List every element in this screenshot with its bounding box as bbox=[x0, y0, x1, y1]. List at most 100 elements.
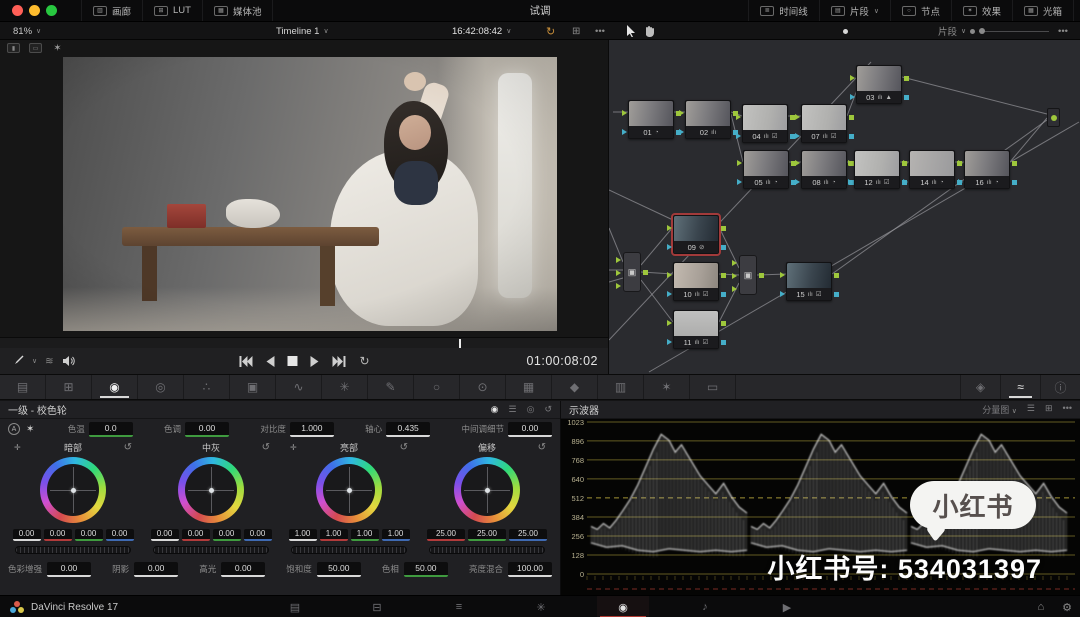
minimize-window-icon[interactable] bbox=[29, 5, 40, 16]
wheel-reset-icon[interactable]: ↺ bbox=[398, 442, 408, 453]
color-trace-icon[interactable]: ↻ bbox=[546, 22, 555, 40]
effects-icon[interactable]: ✶ bbox=[644, 375, 690, 399]
bypass-grades-icon[interactable]: ▭ bbox=[29, 43, 42, 53]
page-media[interactable]: ▤ bbox=[269, 596, 321, 617]
wheel-value-input[interactable]: 0.00 bbox=[13, 529, 41, 541]
grade-icon[interactable]: ◈ bbox=[960, 375, 1000, 399]
scope-settings-icon[interactable]: ☰ bbox=[1027, 403, 1035, 416]
info-icon[interactable]: ⓘ bbox=[1040, 375, 1080, 399]
menu-item-right-3[interactable]: ✶效果 bbox=[951, 0, 1012, 21]
page-fairlight[interactable]: ♪ bbox=[679, 596, 731, 617]
auto-color-icon[interactable]: ✶ bbox=[26, 424, 34, 435]
page-fusion[interactable]: ✳ bbox=[515, 596, 567, 617]
adjustment-value-input[interactable]: 0.00 bbox=[221, 562, 265, 577]
magic-mask-icon[interactable]: ▦ bbox=[506, 375, 552, 399]
window-icon[interactable]: ○ bbox=[414, 375, 460, 399]
param-value-input[interactable]: 0.00 bbox=[508, 422, 552, 437]
node-zoom-slider[interactable] bbox=[979, 31, 1049, 32]
graph-node-01[interactable]: 01◔ bbox=[628, 100, 674, 139]
ratio-icon[interactable]: ▭ bbox=[690, 375, 736, 399]
qualifier-icon[interactable]: ✎ bbox=[368, 375, 414, 399]
page-edit[interactable]: ≡ bbox=[433, 596, 485, 617]
color-wheels-icon[interactable]: ◉ bbox=[92, 375, 138, 399]
graph-node-15[interactable]: 15ılı☑ bbox=[786, 262, 832, 301]
wheel-master-slider[interactable] bbox=[15, 546, 131, 554]
graph-node-02[interactable]: 02ılı bbox=[685, 100, 731, 139]
bars-mode-icon[interactable]: ☰ bbox=[509, 404, 517, 415]
wheel-value-input[interactable]: 25.00 bbox=[509, 529, 547, 541]
wheel-reset-icon[interactable]: ↺ bbox=[122, 442, 132, 453]
graph-node-03[interactable]: 03ılı▲ bbox=[856, 65, 902, 104]
wheel-reset-icon[interactable]: ↺ bbox=[260, 442, 270, 453]
enhance-icon[interactable]: ✶ bbox=[51, 43, 64, 53]
picker-icon[interactable]: ✛ bbox=[290, 443, 300, 452]
param-value-input[interactable]: 0.0 bbox=[89, 422, 133, 437]
curves-icon[interactable]: ∿ bbox=[276, 375, 322, 399]
source-timecode[interactable]: 16:42:08:42∨ bbox=[452, 22, 511, 40]
warper-icon[interactable]: ✳ bbox=[322, 375, 368, 399]
skip-start-button[interactable] bbox=[238, 356, 252, 367]
graph-node-09[interactable]: 09⊘ bbox=[673, 215, 719, 254]
wheel-center-dot[interactable] bbox=[71, 488, 76, 493]
wheel-value-input[interactable]: 0.00 bbox=[106, 529, 134, 541]
graph-node-08[interactable]: 08ılı◔ bbox=[801, 150, 847, 189]
wheel-value-input[interactable]: 0.00 bbox=[213, 529, 241, 541]
expand-viewer-icon[interactable]: ⊞ bbox=[572, 22, 580, 40]
maximize-window-icon[interactable] bbox=[46, 5, 57, 16]
scope-expand-icon[interactable]: ⊞ bbox=[1045, 403, 1053, 416]
color-wheel-3[interactable] bbox=[454, 457, 520, 523]
wheel-center-dot[interactable] bbox=[209, 488, 214, 493]
camera-raw-icon[interactable]: ▤ bbox=[0, 375, 46, 399]
menu-item-right-0[interactable]: ≣时间线 bbox=[748, 0, 819, 21]
menu-item-right-2[interactable]: ○节点 bbox=[890, 0, 951, 21]
picker-icon[interactable]: ✛ bbox=[14, 443, 24, 452]
blur-icon[interactable]: ◆ bbox=[552, 375, 598, 399]
graph-node-10[interactable]: 10ılı☑ bbox=[673, 262, 719, 301]
scope-mode-select[interactable]: 分量图 ∨ bbox=[982, 403, 1017, 416]
reset-all-icon[interactable]: ↺ bbox=[544, 404, 552, 415]
color-wheel-2[interactable] bbox=[316, 457, 382, 523]
stills-icon[interactable]: ▣ bbox=[230, 375, 276, 399]
graph-node-11[interactable]: 11ılı☑ bbox=[673, 310, 719, 349]
adjustment-value-input[interactable]: 50.00 bbox=[404, 562, 448, 577]
viewer-options-icon[interactable]: ••• bbox=[595, 22, 605, 40]
settings-gear-icon[interactable]: ⚙ bbox=[1062, 601, 1072, 614]
wheel-value-input[interactable]: 1.00 bbox=[289, 529, 317, 541]
unmix-icon[interactable]: ▮ bbox=[7, 43, 20, 53]
play-button[interactable] bbox=[310, 356, 319, 367]
hdr-wheels-icon[interactable]: ◎ bbox=[138, 375, 184, 399]
graph-node-05[interactable]: 05ılı◔ bbox=[743, 150, 789, 189]
wheel-value-input[interactable]: 1.00 bbox=[351, 529, 379, 541]
pointer-tool-icon[interactable] bbox=[626, 22, 636, 40]
color-match-icon[interactable]: ∴ bbox=[184, 375, 230, 399]
playhead-marker[interactable] bbox=[459, 339, 461, 348]
nodegraph-options-icon[interactable]: ••• bbox=[1058, 22, 1068, 40]
page-color[interactable]: ◉ bbox=[597, 596, 649, 617]
graph-node-07[interactable]: 07ılı☑ bbox=[801, 104, 847, 143]
page-deliver[interactable]: ▶ bbox=[761, 596, 813, 617]
color-wheel-1[interactable] bbox=[178, 457, 244, 523]
wheel-mode-icon[interactable]: ◉ bbox=[491, 404, 499, 415]
graph-node-14[interactable]: 14ılı◔ bbox=[909, 150, 955, 189]
page-cut[interactable]: ⊟ bbox=[351, 596, 403, 617]
sizing-icon[interactable]: ⊞ bbox=[46, 375, 92, 399]
wheel-master-slider[interactable] bbox=[153, 546, 269, 554]
skip-end-button[interactable] bbox=[332, 356, 346, 367]
scopes-icon[interactable]: ≈ bbox=[1000, 375, 1040, 399]
wheel-center-dot[interactable] bbox=[485, 488, 490, 493]
mute-audio-icon[interactable] bbox=[62, 355, 75, 367]
graph-node-12[interactable]: 12ılı☑ bbox=[854, 150, 900, 189]
node-view-select[interactable]: 片段∨ bbox=[938, 22, 1049, 40]
wheel-value-input[interactable]: 0.00 bbox=[75, 529, 103, 541]
loop-button[interactable]: ↻ bbox=[359, 354, 369, 368]
menu-item-left-1[interactable]: ⊞LUT bbox=[142, 0, 202, 21]
hand-tool-icon[interactable] bbox=[644, 22, 655, 40]
wheel-value-input[interactable]: 25.00 bbox=[468, 529, 506, 541]
scope-options-icon[interactable]: ••• bbox=[1063, 403, 1072, 416]
wipe-modes-icon[interactable]: ≋ bbox=[45, 356, 53, 367]
menu-item-right-1[interactable]: ▤片段∨ bbox=[819, 0, 890, 21]
log-mode-icon[interactable]: ◎ bbox=[527, 404, 535, 415]
menu-item-right-4[interactable]: ▦光箱 bbox=[1012, 0, 1074, 21]
adjustment-value-input[interactable]: 100.00 bbox=[508, 562, 552, 577]
viewer-canvas[interactable] bbox=[0, 40, 608, 337]
